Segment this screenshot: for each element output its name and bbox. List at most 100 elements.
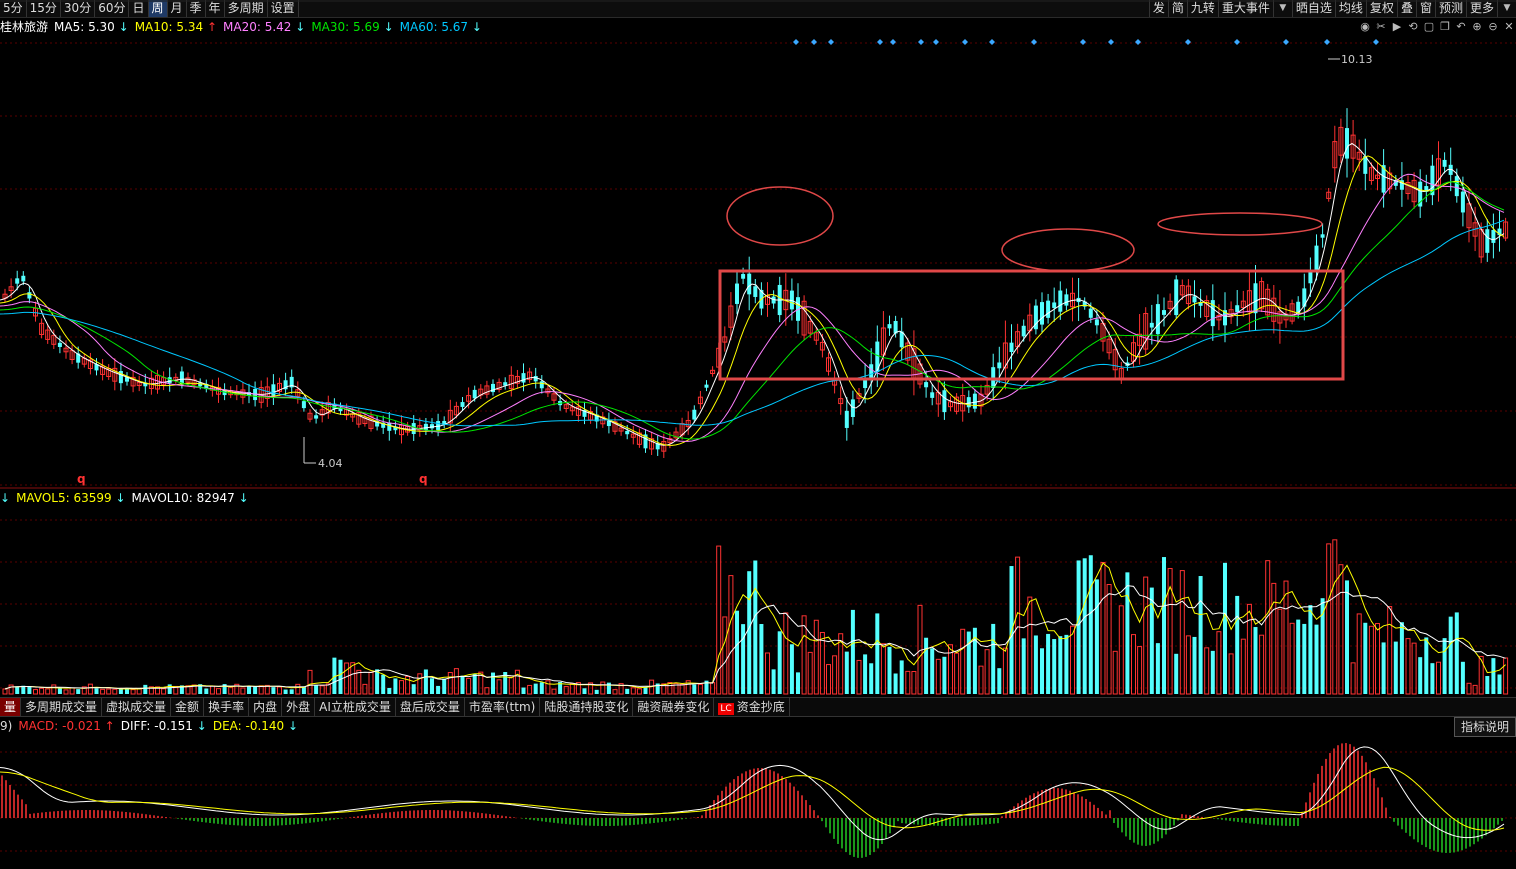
- indicator-tab-8[interactable]: 盘后成交量: [396, 698, 465, 716]
- volume-bar: [533, 683, 538, 694]
- volume-bar: [850, 609, 855, 694]
- volume-bar: [625, 688, 630, 694]
- indicator-help-button[interactable]: 指标说明: [1453, 717, 1516, 737]
- indicator-tab-11[interactable]: 融资融券变化: [633, 698, 715, 716]
- volume-bar: [1491, 658, 1496, 694]
- volume-bar: [1277, 608, 1283, 695]
- volume-bar: [1076, 560, 1081, 694]
- candle-body: [625, 430, 630, 435]
- volume-bar: [905, 670, 911, 695]
- volume-bar: [51, 684, 57, 695]
- volume-bar: [1338, 564, 1344, 695]
- volume-bar: [1064, 634, 1069, 694]
- indicator-tab-0[interactable]: 量: [0, 698, 22, 716]
- indicator-tab-5[interactable]: 内盘: [249, 698, 283, 716]
- volume-bar: [1210, 650, 1215, 694]
- volume-bar: [1082, 558, 1087, 694]
- volume-bar: [1454, 612, 1459, 694]
- volume-bar: [875, 613, 880, 694]
- volume-bar: [1015, 556, 1021, 695]
- candle-body: [1442, 159, 1447, 167]
- volume-bar: [393, 678, 398, 694]
- volume-bar: [960, 628, 966, 695]
- volume-bar: [935, 658, 941, 695]
- volume-bar: [966, 631, 971, 694]
- volume-bar: [630, 687, 636, 695]
- candle-body: [1485, 229, 1490, 253]
- volume-bar: [1302, 623, 1307, 694]
- volume-bar: [679, 683, 685, 695]
- volume-bar: [1466, 682, 1472, 695]
- volume-bar: [130, 689, 136, 695]
- volume-bar: [423, 669, 428, 694]
- indicator-tab-2[interactable]: 虚拟成交量: [102, 698, 172, 716]
- volume-bar: [289, 689, 294, 694]
- candle-body: [1162, 310, 1166, 315]
- volume-bar: [942, 656, 947, 694]
- volume-bar: [1094, 579, 1099, 694]
- volume-bar: [1405, 638, 1411, 695]
- candle-body: [1040, 302, 1044, 325]
- signal-diamond-icon: [1185, 39, 1191, 45]
- volume-bar: [1259, 634, 1265, 695]
- indicator-tab-12[interactable]: LC 资金抄底: [714, 698, 790, 716]
- indicator-tab-7[interactable]: AI立桩成交量: [315, 698, 396, 716]
- volume-bar: [45, 688, 51, 695]
- volume-bar: [1204, 647, 1210, 695]
- volume-bar: [484, 687, 490, 695]
- annotation-ellipse: [1157, 212, 1323, 236]
- volume-bar: [1192, 636, 1197, 694]
- indicator-tab-10[interactable]: 陆股通持股变化: [540, 698, 634, 716]
- dea-label: DEA: -0.140 ↓: [212, 719, 299, 733]
- indicator-tab-1[interactable]: 多周期成交量: [21, 698, 103, 716]
- volume-bar: [253, 686, 258, 694]
- signal-diamond-icon: [1080, 39, 1086, 45]
- low-price-label: 4.04: [318, 457, 343, 470]
- candle-body: [539, 381, 544, 389]
- volume-bar: [759, 624, 764, 694]
- volume-bar: [356, 669, 362, 695]
- indicator-tab-4[interactable]: 换手率: [204, 698, 250, 716]
- volume-bar: [796, 672, 800, 694]
- signal-diamond-icon: [1283, 39, 1289, 45]
- candle-body: [1046, 300, 1051, 318]
- volume-bar: [453, 668, 459, 695]
- volume-bar: [307, 669, 313, 695]
- signal-diamond-icon: [1373, 39, 1379, 45]
- volume-bar: [771, 669, 776, 694]
- q-marker: q: [77, 472, 86, 486]
- indicator-tab-3[interactable]: 金额: [171, 698, 205, 716]
- volume-bar: [460, 675, 465, 694]
- volume-bar: [521, 687, 526, 694]
- volume-bar: [338, 659, 343, 694]
- candle-body: [57, 342, 62, 347]
- volume-bar: [143, 684, 148, 694]
- volume-bar: [1381, 642, 1386, 694]
- volume-bar: [1021, 638, 1026, 694]
- volume-bar: [869, 663, 874, 694]
- volume-bar: [344, 662, 350, 695]
- kline-chart[interactable]: 10.13 4.04 q q: [0, 0, 1516, 869]
- volume-bar: [777, 631, 782, 694]
- candle-body: [1491, 230, 1496, 243]
- candle-body: [430, 424, 434, 429]
- volume-bar: [27, 686, 32, 694]
- candle-body: [887, 324, 892, 329]
- volume-bar: [1155, 643, 1160, 694]
- indicator-tab-9[interactable]: 市盈率(ttm): [465, 698, 541, 716]
- candle-body: [1094, 319, 1099, 326]
- signal-diamond-icon: [828, 39, 834, 45]
- candle-body: [314, 415, 319, 419]
- volume-bar: [87, 683, 93, 695]
- volume-bar: [1046, 633, 1051, 694]
- signal-diamond-icon: [877, 39, 883, 45]
- candle-body: [1192, 296, 1197, 303]
- candle-body: [1064, 294, 1069, 306]
- volume-bar: [893, 673, 898, 694]
- indicator-tab-6[interactable]: 外盘: [282, 698, 316, 716]
- candle-body: [1235, 305, 1240, 312]
- volume-bar: [1289, 622, 1295, 695]
- volume-bar: [1460, 661, 1465, 694]
- volume-bar: [411, 684, 416, 694]
- candle-body: [521, 373, 526, 383]
